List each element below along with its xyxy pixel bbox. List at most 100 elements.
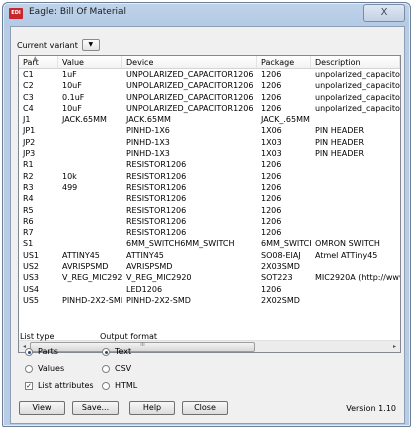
- table-body: C1 1uF UNPOLARIZED_CAPACITOR1206 1206 unpola…: [19, 69, 400, 306]
- cell-device: ATTINY45: [126, 250, 164, 260]
- table-row[interactable]: R4 RESISTOR1206 1206: [19, 193, 400, 204]
- cell-device: UNPOLARIZED_CAPACITOR1206: [126, 70, 254, 79]
- cell-device: LED1206: [126, 284, 163, 294]
- radio-icon: [25, 364, 33, 373]
- output-format-text-radio[interactable]: Text: [102, 346, 131, 357]
- column-header-value[interactable]: Value: [58, 56, 122, 68]
- radio-icon: [102, 381, 110, 390]
- table-row[interactable]: C1 1uF UNPOLARIZED_CAPACITOR1206 1206 unpola…: [19, 69, 400, 80]
- table-row[interactable]: R7 RESISTOR1206 1206: [19, 227, 400, 238]
- cell-description: [311, 295, 400, 306]
- checkmark-icon: ✓: [25, 381, 33, 390]
- help-button[interactable]: Help: [129, 401, 175, 415]
- cell-part: US5: [23, 295, 40, 305]
- table-row[interactable]: R1 RESISTOR1206 1206: [19, 159, 400, 170]
- table-row[interactable]: US3 V_REG_MIC2920 V_REG_MIC2920 SOT223 MIC29…: [19, 272, 400, 283]
- cell-package: 1206: [261, 103, 282, 113]
- output-format-html-radio[interactable]: HTML: [102, 380, 137, 391]
- cell-part: J1: [23, 115, 31, 125]
- cell-value: PINHD-2X2-SMD: [62, 295, 122, 305]
- cell-package: 1206: [261, 284, 282, 294]
- cell-value: [58, 125, 122, 136]
- close-button[interactable]: Close: [182, 401, 228, 415]
- save-button[interactable]: Save...: [72, 401, 119, 415]
- table-row[interactable]: R5 RESISTOR1206 1206: [19, 205, 400, 216]
- cell-description: [311, 159, 400, 170]
- list-type-values-radio[interactable]: Values: [25, 363, 64, 374]
- table-row[interactable]: R2 10k RESISTOR1206 1206: [19, 171, 400, 182]
- table-row[interactable]: C2 10uF UNPOLARIZED_CAPACITOR1206 1206 unpol…: [19, 80, 400, 91]
- column-header-part[interactable]: Part ▲: [19, 56, 58, 68]
- table-row[interactable]: R6 RESISTOR1206 1206: [19, 216, 400, 227]
- cell-value: [58, 284, 122, 295]
- cell-package: 6MM_SWITCH: [261, 239, 311, 249]
- output-format-csv-radio[interactable]: CSV: [102, 363, 131, 374]
- table-row[interactable]: JP3 PINHD-1X3 1X03 PIN HEADER: [19, 148, 400, 159]
- table-row[interactable]: J1 JACK.65MM JACK.65MM JACK_.65MM: [19, 114, 400, 125]
- output-format-group-label: Output format: [100, 332, 158, 341]
- cell-package: JACK_.65MM: [261, 115, 310, 125]
- horizontal-scrollbar[interactable]: ◂ III ▸: [19, 340, 400, 352]
- table-row[interactable]: C4 10uF UNPOLARIZED_CAPACITOR1206 1206 unpol…: [19, 103, 400, 114]
- view-button[interactable]: View: [19, 401, 65, 415]
- cell-device: PINHD-1X3: [126, 149, 170, 159]
- title-bar[interactable]: EDI Eagle: Bill Of Material X: [3, 3, 410, 25]
- cell-package: 1206: [261, 92, 282, 102]
- current-variant-select[interactable]: ▼: [81, 39, 100, 51]
- column-header-device[interactable]: Device: [122, 56, 257, 68]
- cell-device: UNPOLARIZED_CAPACITOR1206: [126, 81, 254, 91]
- cell-value: V_REG_MIC2920: [62, 273, 122, 283]
- cell-description: PIN HEADER: [315, 126, 365, 136]
- radio-icon: [25, 347, 33, 356]
- table-row[interactable]: R3 499 RESISTOR1206 1206: [19, 182, 400, 193]
- column-header-description[interactable]: Description: [311, 56, 400, 68]
- table-row[interactable]: S1 6MM_SWITCH6MM_SWITCH 6MM_SWITCH OMRON SW…: [19, 238, 400, 249]
- cell-device: RESISTOR1206: [126, 171, 187, 181]
- table-row[interactable]: US2 AVRISPSMD AVRISPSMD 2X03SMD: [19, 261, 400, 272]
- list-type-parts-radio[interactable]: Parts: [25, 346, 58, 357]
- radio-icon: [102, 347, 110, 356]
- cell-part: C1: [23, 70, 34, 79]
- cell-description: PIN HEADER: [315, 149, 365, 159]
- window-title: Eagle: Bill Of Material: [29, 7, 127, 17]
- cell-package: SO08-EIAJ: [261, 250, 301, 260]
- cell-value: [58, 159, 122, 170]
- cell-package: 1206: [261, 228, 282, 238]
- table-row[interactable]: US4 LED1206 1206: [19, 284, 400, 295]
- table-row[interactable]: C3 0.1uF UNPOLARIZED_CAPACITOR1206 1206 unpo…: [19, 92, 400, 103]
- current-variant-label: Current variant: [17, 40, 78, 50]
- cell-value: [58, 216, 122, 227]
- table-row[interactable]: US1 ATTINY45 ATTINY45 SO08-EIAJ Atmel ATTiny…: [19, 250, 400, 261]
- variant-row: Current variant ▼: [17, 38, 100, 52]
- scroll-right-arrow-icon[interactable]: ▸: [389, 341, 400, 352]
- cell-description: PIN HEADER: [315, 137, 365, 147]
- window-close-button[interactable]: X: [363, 4, 405, 22]
- table-row[interactable]: US5 PINHD-2X2-SMD PINHD-2X2-SMD 2X02SMD: [19, 295, 400, 306]
- cell-description: unpolarized_capacitor: [315, 103, 400, 113]
- cell-description: Atmel ATTiny45: [315, 250, 378, 260]
- cell-device: V_REG_MIC2920: [126, 273, 192, 283]
- bom-table[interactable]: Part ▲ Value Device Package Description …: [18, 55, 401, 353]
- table-row[interactable]: JP2 PINHD-1X3 1X03 PIN HEADER: [19, 137, 400, 148]
- cell-device: RESISTOR1206: [126, 205, 187, 215]
- cell-value: 10uF: [62, 103, 82, 113]
- cell-part: R1: [23, 160, 34, 170]
- radio-icon: [102, 364, 110, 373]
- cell-part: C2: [23, 81, 34, 91]
- list-attributes-checkbox[interactable]: ✓ List attributes: [25, 380, 94, 391]
- cell-package: 1206: [261, 70, 282, 79]
- cell-value: [58, 238, 122, 249]
- chevron-down-icon: ▼: [88, 41, 94, 48]
- cell-package: SOT223: [261, 273, 293, 283]
- cell-package: 1206: [261, 194, 282, 204]
- cell-description: unpolarized_capacitor: [315, 70, 400, 79]
- cell-part: R5: [23, 205, 34, 215]
- column-header-package[interactable]: Package: [257, 56, 311, 68]
- table-row[interactable]: JP1 PINHD-1X6 1X06 PIN HEADER: [19, 125, 400, 136]
- cell-description: [311, 114, 400, 125]
- table-header: Part ▲ Value Device Package Description: [19, 56, 400, 69]
- cell-description: [311, 182, 400, 193]
- cell-device: AVRISPSMD: [126, 262, 173, 272]
- scrollbar-thumb[interactable]: III: [30, 342, 255, 352]
- cell-part: R4: [23, 194, 34, 204]
